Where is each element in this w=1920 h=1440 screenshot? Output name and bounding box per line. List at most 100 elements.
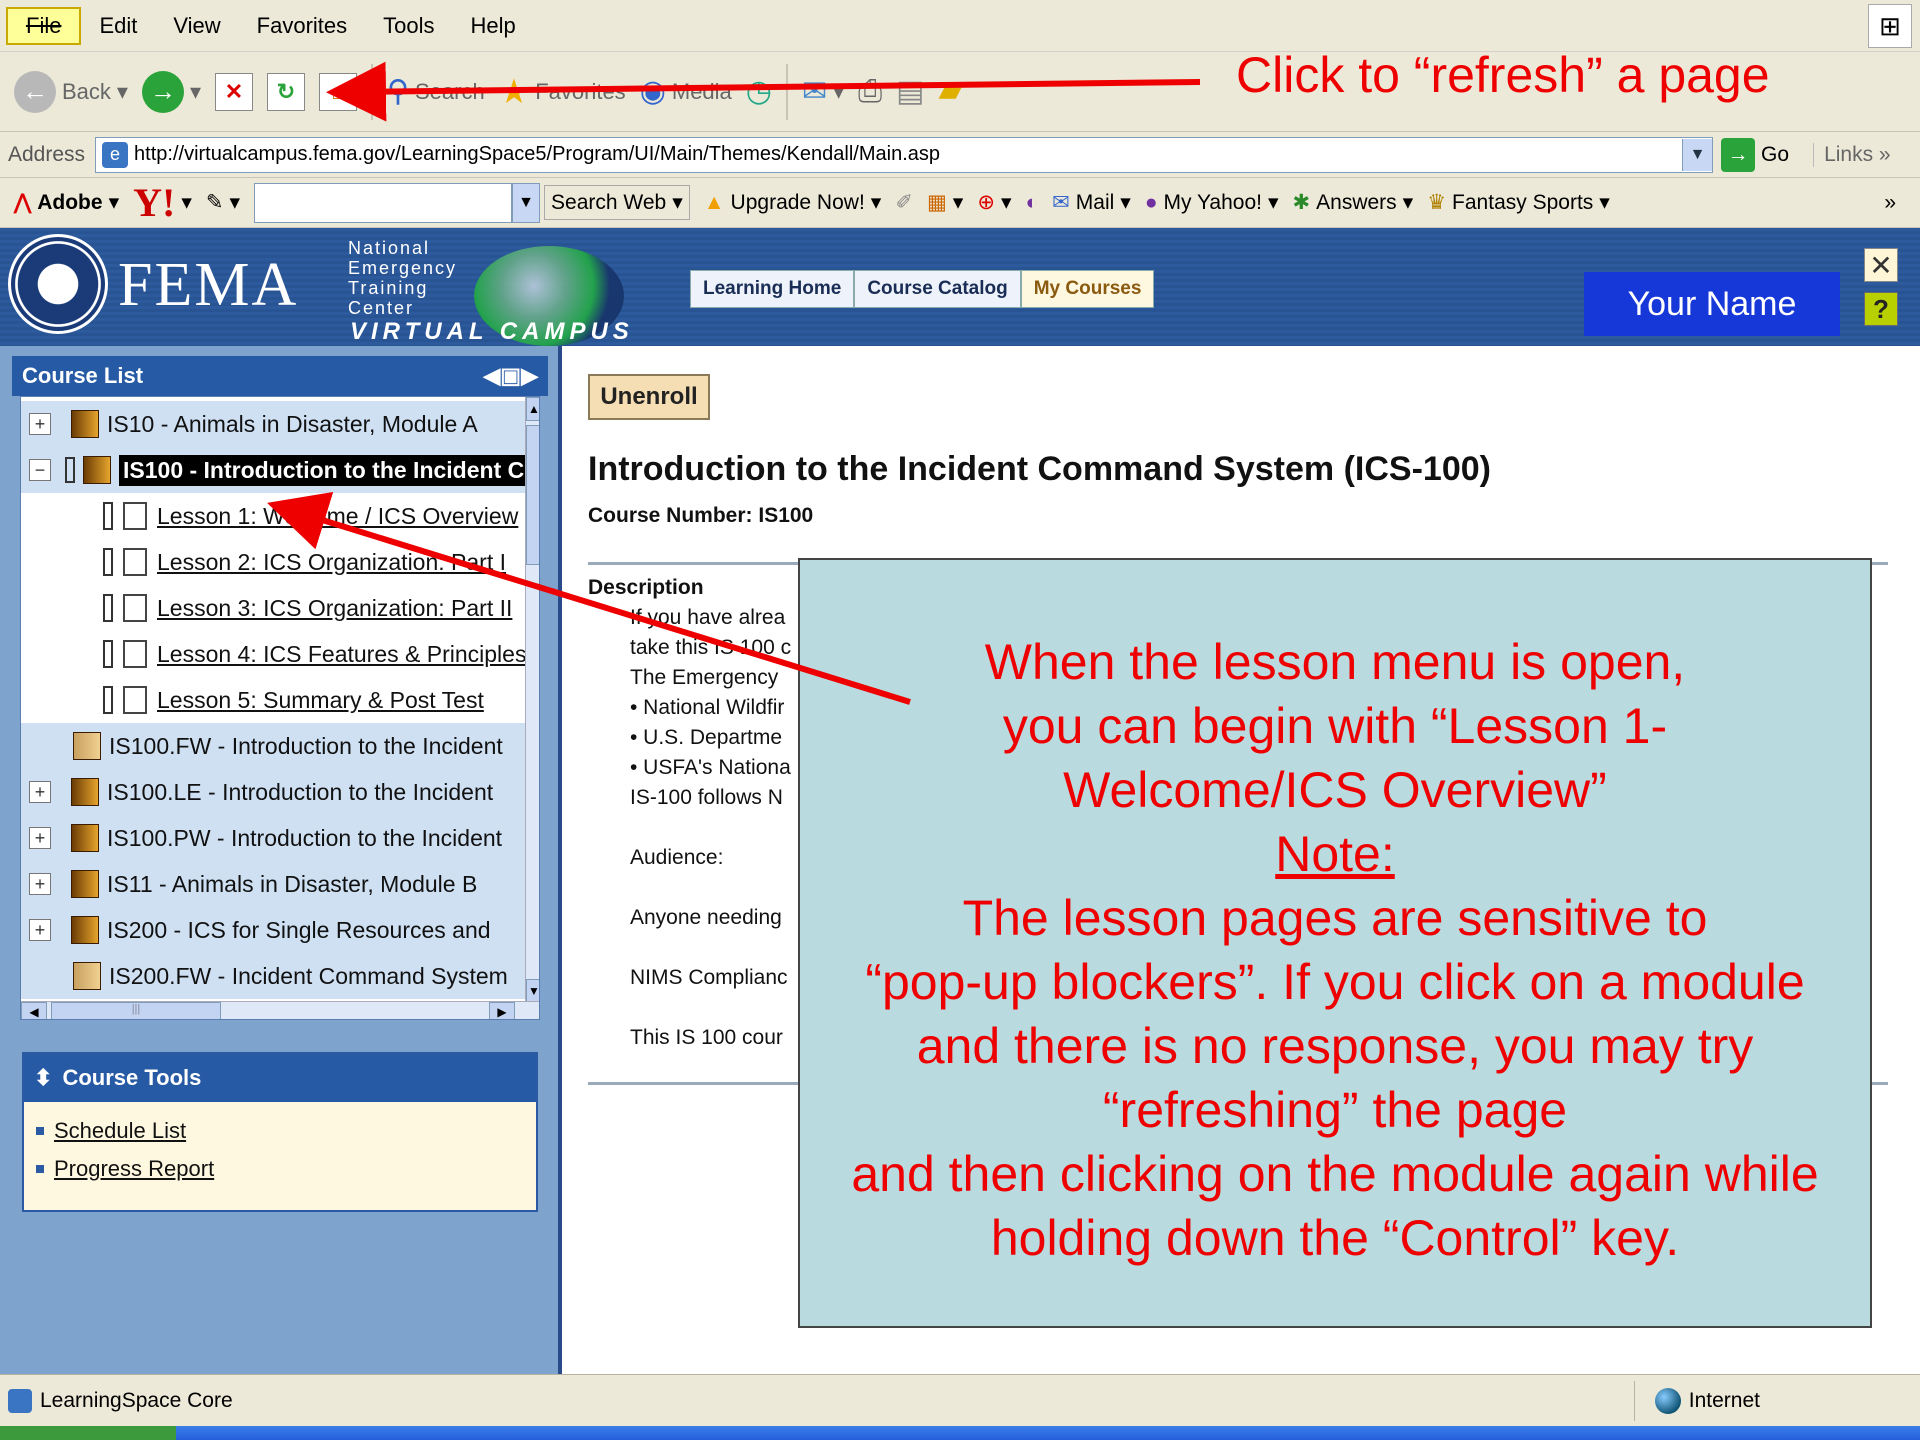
- course-row-is11[interactable]: + IS11 - Animals in Disaster, Module B: [21, 861, 525, 907]
- lesson-row-4[interactable]: Lesson 4: ICS Features & Principles: [21, 631, 525, 677]
- address-input[interactable]: e http://virtualcampus.fema.gov/Learning…: [95, 136, 1714, 173]
- adobe-button[interactable]: ⋀ Adobe ▾: [14, 190, 119, 215]
- collapse-toggle-icon[interactable]: ◀▣▶: [483, 363, 538, 389]
- collapse-icon[interactable]: −: [29, 459, 51, 481]
- collapse-arrows-icon[interactable]: ⬍: [34, 1065, 52, 1091]
- note-heading: Note:: [1275, 826, 1395, 882]
- globe-icon: [1654, 1387, 1681, 1414]
- lesson-row-2[interactable]: Lesson 2: ICS Organization: Part I: [21, 539, 525, 585]
- menu-help[interactable]: Help: [453, 6, 534, 46]
- my-yahoo-button[interactable]: ● My Yahoo! ▾: [1145, 190, 1279, 215]
- mail-button[interactable]: ✉ ▾: [802, 74, 844, 109]
- status-text: LearningSpace Core: [40, 1388, 233, 1412]
- refresh-button[interactable]: ↻: [267, 72, 306, 111]
- lesson-link[interactable]: Lesson 5: Summary & Post Test: [157, 687, 484, 714]
- expand-icon[interactable]: +: [29, 827, 51, 849]
- notes-button[interactable]: ▰: [939, 74, 962, 109]
- course-row-is10[interactable]: + IS10 - Animals in Disaster, Module A: [21, 401, 525, 447]
- menu-edit[interactable]: Edit: [81, 6, 155, 46]
- go-button[interactable]: → Go: [1721, 137, 1789, 172]
- scroll-up-icon[interactable]: ▲: [526, 397, 539, 421]
- course-number: Course Number: IS100: [588, 504, 814, 527]
- lesson-link[interactable]: Lesson 4: ICS Features & Principles: [157, 641, 525, 668]
- course-row-is100pw[interactable]: + IS100.PW - Introduction to the Incident: [21, 815, 525, 861]
- scroll-down-icon[interactable]: ▼: [526, 979, 539, 1003]
- stop-button[interactable]: ✕: [215, 72, 254, 111]
- course-row-is200[interactable]: + IS200 - ICS for Single Resources and: [21, 907, 525, 953]
- answers-button[interactable]: ✱ Answers ▾: [1293, 190, 1414, 215]
- expand-icon[interactable]: +: [29, 413, 51, 435]
- instruction-line: and then clicking on the module again wh…: [851, 1146, 1819, 1202]
- scroll-left-icon[interactable]: ◀: [21, 1002, 47, 1019]
- menu-tools[interactable]: Tools: [365, 6, 452, 46]
- printer-icon: ⎙: [858, 74, 883, 108]
- course-row-is100fw[interactable]: IS100.FW - Introduction to the Incident: [21, 723, 525, 769]
- antispy-button[interactable]: ⊕ ▾: [977, 190, 1011, 215]
- expand-icon[interactable]: +: [29, 919, 51, 941]
- checkbox-icon: [103, 594, 113, 622]
- favorites-button[interactable]: ★ Favorites: [499, 72, 626, 112]
- home-button[interactable]: ⌂: [319, 72, 358, 111]
- page-icon: e: [102, 141, 129, 168]
- lesson-link[interactable]: Lesson 2: ICS Organization: Part I: [157, 549, 506, 576]
- back-button[interactable]: ← Back ▾: [14, 70, 128, 113]
- instruction-line: you can begin with “Lesson 1-: [1002, 698, 1668, 754]
- instruction-line: and there is no response, you may try: [916, 1018, 1754, 1074]
- lesson-row-3[interactable]: Lesson 3: ICS Organization: Part II: [21, 585, 525, 631]
- links-button[interactable]: Links »: [1813, 142, 1891, 167]
- start-button[interactable]: [0, 1426, 176, 1440]
- fantasy-sports-button[interactable]: ♛ Fantasy Sports ▾: [1427, 190, 1610, 215]
- expand-icon[interactable]: +: [29, 781, 51, 803]
- print-button[interactable]: ⎙: [858, 75, 882, 109]
- music-button[interactable]: ◐: [1025, 191, 1038, 215]
- highlight-button[interactable]: ✎ ▾: [206, 190, 240, 215]
- tab-my-courses[interactable]: My Courses: [1020, 270, 1155, 308]
- expand-icon[interactable]: +: [29, 873, 51, 895]
- form-button[interactable]: ▦ ▾: [927, 190, 963, 215]
- mail-button-yahoo[interactable]: ✉ Mail ▾: [1052, 190, 1131, 215]
- edit-button[interactable]: ▤: [896, 74, 924, 109]
- forward-button[interactable]: → ▾: [141, 70, 201, 113]
- toolbar-separator: [785, 63, 788, 120]
- upgrade-button[interactable]: ▲ Upgrade Now! ▾: [704, 190, 882, 215]
- lesson-row-5[interactable]: Lesson 5: Summary & Post Test: [21, 677, 525, 723]
- unenroll-button[interactable]: Unenroll: [588, 374, 710, 420]
- tab-course-catalog[interactable]: Course Catalog: [854, 270, 1021, 308]
- search-web-button[interactable]: Search Web ▾: [544, 185, 690, 220]
- menu-file[interactable]: File: [6, 6, 82, 45]
- scroll-thumb[interactable]: [526, 425, 539, 565]
- home-icon: ⌂: [319, 72, 358, 111]
- course-row-is200fw[interactable]: IS200.FW - Incident Command System: [21, 953, 525, 999]
- toolbar-overflow-chevron-icon[interactable]: »: [1884, 191, 1896, 215]
- menu-favorites[interactable]: Favorites: [239, 6, 365, 46]
- address-dropdown-icon[interactable]: ▼: [1682, 138, 1713, 171]
- media-button[interactable]: ◉ Media: [640, 74, 732, 109]
- upgrade-label: Upgrade Now!: [730, 190, 865, 214]
- course-row-is100le[interactable]: + IS100.LE - Introduction to the Incident: [21, 769, 525, 815]
- yahoo-logo-button[interactable]: Y! ▾: [133, 179, 192, 226]
- search-button[interactable]: ⚲ Search: [387, 74, 485, 109]
- vertical-scrollbar[interactable]: ▲ ▼: [525, 397, 539, 1003]
- lesson-row-1[interactable]: Lesson 1: Welcome / ICS Overview: [21, 493, 525, 539]
- menu-view[interactable]: View: [155, 6, 238, 46]
- yahoo-search-input[interactable]: [254, 182, 513, 223]
- lesson-link[interactable]: Lesson 1: Welcome / ICS Overview: [157, 503, 518, 530]
- horizontal-scrollbar[interactable]: ◀ ||| ▶: [21, 1001, 539, 1019]
- schedule-list-link[interactable]: Schedule List: [36, 1118, 186, 1144]
- forward-arrow-icon: →: [141, 70, 184, 113]
- site-header: FEMA National Emergency Training Center …: [0, 228, 1920, 346]
- scroll-thumb[interactable]: |||: [51, 1002, 221, 1019]
- scroll-right-icon[interactable]: ▶: [489, 1002, 515, 1019]
- highlighter-icon: ✐: [895, 191, 913, 214]
- progress-report-link[interactable]: Progress Report: [36, 1156, 214, 1182]
- yahoo-search-dropdown-icon[interactable]: ▼: [512, 182, 541, 223]
- tab-learning-home[interactable]: Learning Home: [690, 270, 855, 308]
- course-row-is100[interactable]: − IS100 - Introduction to the Incident Co…: [21, 447, 525, 493]
- history-button[interactable]: ◷: [746, 74, 772, 109]
- help-icon[interactable]: ?: [1864, 292, 1898, 326]
- lesson-link[interactable]: Lesson 3: ICS Organization: Part II: [157, 595, 512, 622]
- nav-tabs: Learning Home Course Catalog My Courses: [690, 270, 1155, 308]
- course-label: IS11 - Animals in Disaster, Module B: [107, 870, 478, 897]
- highlighter-button[interactable]: ✐: [895, 190, 913, 215]
- close-icon[interactable]: ✕: [1864, 248, 1898, 282]
